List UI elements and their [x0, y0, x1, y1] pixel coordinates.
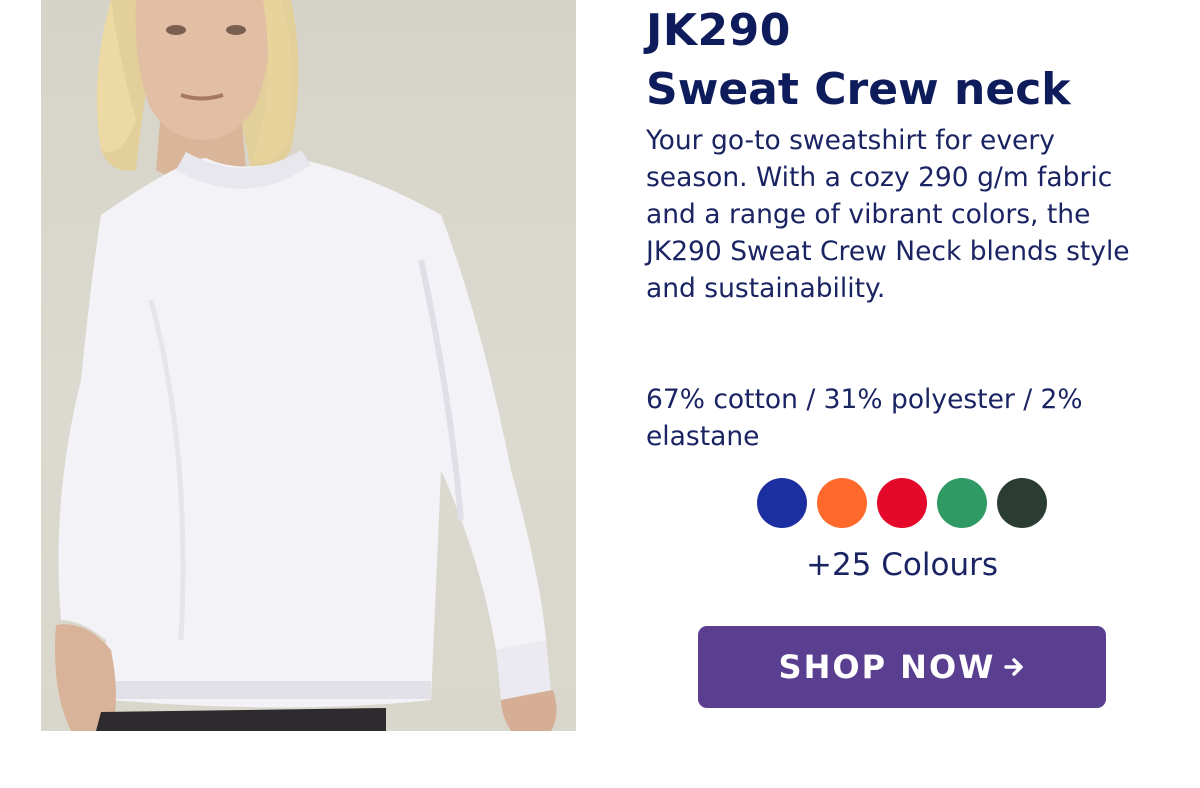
extra-colours-count: +25 Colours: [805, 547, 998, 583]
swatch-orange[interactable]: [817, 478, 867, 528]
shop-now-button[interactable]: SHOP NOW: [698, 626, 1106, 708]
colour-swatches: [757, 478, 1047, 528]
swatch-red[interactable]: [877, 478, 927, 528]
model-illustration: [55, 0, 557, 731]
product-sku: JK290: [646, 5, 791, 56]
product-description: Your go-to sweatshirt for every season. …: [646, 125, 1130, 304]
swatch-bottle-green[interactable]: [997, 478, 1047, 528]
shop-now-label: SHOP NOW: [778, 648, 996, 686]
swatch-royal-blue[interactable]: [757, 478, 807, 528]
product-photo: [41, 0, 576, 731]
swatch-green[interactable]: [937, 478, 987, 528]
product-composition: 67% cotton / 31% polyester / 2% elastane: [646, 384, 1083, 452]
arrow-right-icon: [1003, 656, 1025, 678]
product-title: Sweat Crew neck: [646, 64, 1071, 115]
